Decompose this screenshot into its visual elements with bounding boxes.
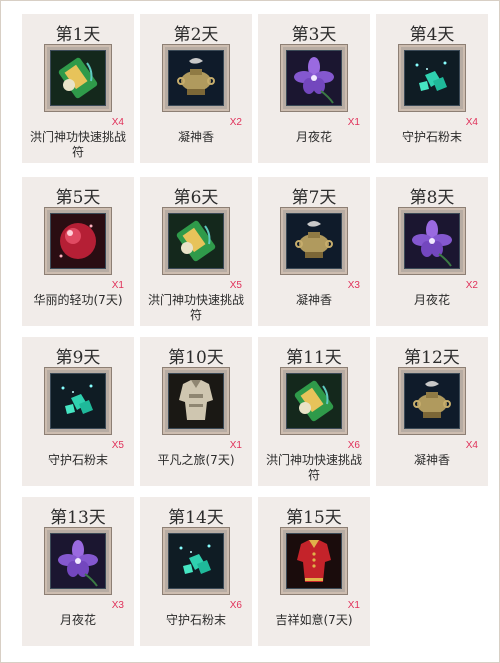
reward-cell-day-4[interactable]: 第4天 X4 守护石粉末 xyxy=(376,14,488,163)
quantity-badge: X1 xyxy=(111,280,124,291)
quantity-badge: X1 xyxy=(347,600,360,611)
day-label: 第11天 xyxy=(286,348,342,368)
quantity-badge: X2 xyxy=(465,280,478,291)
reward-cell-day-1[interactable]: 第1天 X4 洪门神功快速挑战符 xyxy=(22,14,134,163)
day-label: 第15天 xyxy=(286,508,342,528)
item-frame xyxy=(45,528,111,594)
item-name: 华丽的轻功(7天) xyxy=(33,293,123,307)
item-name: 吉祥如意(7天) xyxy=(275,613,353,627)
red-orb-icon xyxy=(50,213,106,269)
quantity-badge: X6 xyxy=(229,600,242,611)
incense-burner-icon xyxy=(168,50,224,106)
quantity-badge: X4 xyxy=(465,117,478,128)
item-name: 凝神香 xyxy=(413,453,450,467)
quantity-badge: X5 xyxy=(111,440,124,451)
red-costume-icon xyxy=(286,533,342,589)
day-label: 第4天 xyxy=(409,25,455,45)
reward-cell-day-9[interactable]: 第9天 X5 守护石粉末 xyxy=(22,337,134,486)
reward-cell-day-3[interactable]: 第3天 X1 月夜花 xyxy=(258,14,370,163)
quantity-badge: X4 xyxy=(111,117,124,128)
reward-cell-day-5[interactable]: 第5天 X1 华丽的轻功(7天) xyxy=(22,177,134,326)
talisman-icon xyxy=(50,50,106,106)
item-frame xyxy=(281,368,347,434)
reward-cell-day-12[interactable]: 第12天 X4 凝神香 xyxy=(376,337,488,486)
reward-cell-day-13[interactable]: 第13天 X3 月夜花 xyxy=(22,497,134,646)
item-frame xyxy=(163,45,229,111)
item-name: 凝神香 xyxy=(177,130,214,144)
quantity-badge: X1 xyxy=(347,117,360,128)
reward-cell-day-15[interactable]: 第15天 X1 吉祥如意(7天) xyxy=(258,497,370,646)
quantity-badge: X4 xyxy=(465,440,478,451)
item-name: 月夜花 xyxy=(295,130,332,144)
quantity-badge: X5 xyxy=(229,280,242,291)
item-name: 守护石粉末 xyxy=(47,453,108,467)
item-name: 凝神香 xyxy=(295,293,332,307)
day-label: 第13天 xyxy=(50,508,106,528)
daily-reward-grid: 第1天 X4 洪门神功快速挑战符 第2天 X2 凝神香 第3天 X1 月夜花 第… xyxy=(0,0,500,663)
item-frame xyxy=(163,208,229,274)
reward-cell-day-10[interactable]: 第10天 X1 平凡之旅(7天) xyxy=(140,337,252,486)
item-frame xyxy=(399,208,465,274)
item-name: 洪门神功快速挑战符 xyxy=(147,293,244,322)
day-label: 第14天 xyxy=(168,508,224,528)
day-label: 第6天 xyxy=(173,188,219,208)
item-frame xyxy=(281,208,347,274)
item-frame xyxy=(45,208,111,274)
day-label: 第8天 xyxy=(409,188,455,208)
gem-powder-icon xyxy=(168,533,224,589)
reward-cell-day-2[interactable]: 第2天 X2 凝神香 xyxy=(140,14,252,163)
quantity-badge: X3 xyxy=(111,600,124,611)
talisman-icon xyxy=(286,373,342,429)
quantity-badge: X2 xyxy=(229,117,242,128)
incense-burner-icon xyxy=(404,373,460,429)
day-label: 第12天 xyxy=(404,348,460,368)
day-label: 第5天 xyxy=(55,188,101,208)
item-frame xyxy=(163,368,229,434)
reward-cell-day-11[interactable]: 第11天 X6 洪门神功快速挑战符 xyxy=(258,337,370,486)
item-frame xyxy=(45,45,111,111)
gem-powder-icon xyxy=(50,373,106,429)
talisman-icon xyxy=(168,213,224,269)
quantity-badge: X6 xyxy=(347,440,360,451)
item-name: 守护石粉末 xyxy=(401,130,462,144)
reward-cell-day-7[interactable]: 第7天 X3 凝神香 xyxy=(258,177,370,326)
reward-cell-day-6[interactable]: 第6天 X5 洪门神功快速挑战符 xyxy=(140,177,252,326)
item-name: 守护石粉末 xyxy=(165,613,226,627)
item-name: 月夜花 xyxy=(59,613,96,627)
quantity-badge: X1 xyxy=(229,440,242,451)
item-frame xyxy=(281,528,347,594)
violet-flower-icon xyxy=(286,50,342,106)
armor-costume-icon xyxy=(168,373,224,429)
day-label: 第2天 xyxy=(173,25,219,45)
item-name: 月夜花 xyxy=(413,293,450,307)
item-frame xyxy=(163,528,229,594)
item-frame xyxy=(399,368,465,434)
item-frame xyxy=(399,45,465,111)
item-name: 洪门神功快速挑战符 xyxy=(265,453,362,482)
day-label: 第3天 xyxy=(291,25,337,45)
quantity-badge: X3 xyxy=(347,280,360,291)
day-label: 第7天 xyxy=(291,188,337,208)
item-frame xyxy=(45,368,111,434)
day-label: 第1天 xyxy=(55,25,101,45)
violet-flower-icon xyxy=(50,533,106,589)
reward-cell-day-8[interactable]: 第8天 X2 月夜花 xyxy=(376,177,488,326)
incense-burner-icon xyxy=(286,213,342,269)
day-label: 第9天 xyxy=(55,348,101,368)
gem-powder-icon xyxy=(404,50,460,106)
item-frame xyxy=(281,45,347,111)
violet-flower-icon xyxy=(404,213,460,269)
day-label: 第10天 xyxy=(168,348,224,368)
item-name: 洪门神功快速挑战符 xyxy=(29,130,126,159)
item-name: 平凡之旅(7天) xyxy=(157,453,235,467)
reward-cell-day-14[interactable]: 第14天 X6 守护石粉末 xyxy=(140,497,252,646)
